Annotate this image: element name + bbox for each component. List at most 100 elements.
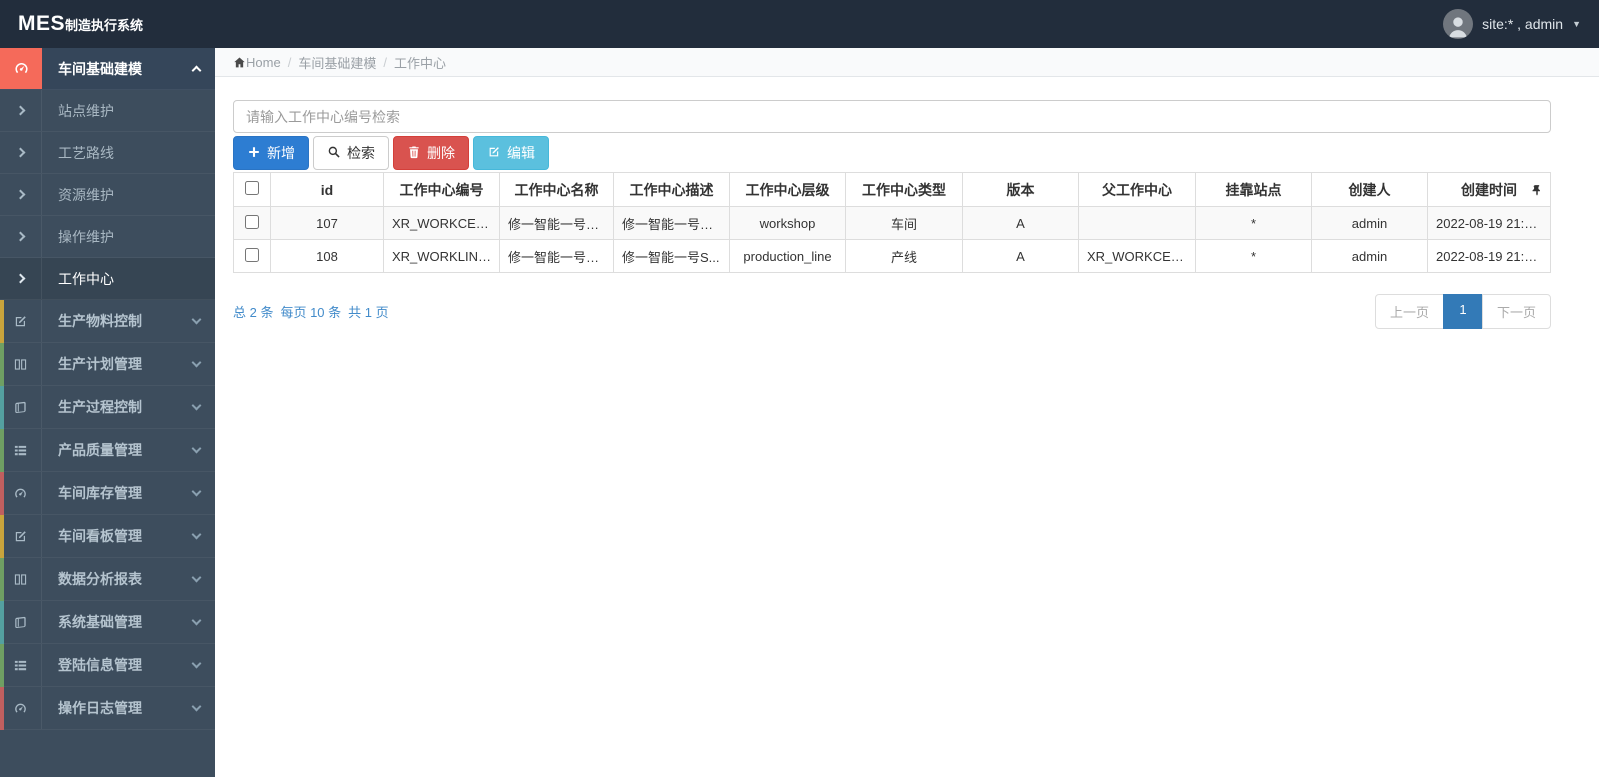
sidebar-group-material-control[interactable]: 生产物料控制 — [0, 300, 215, 343]
sidebar-group-data-analysis-reports[interactable]: 数据分析报表 — [0, 558, 215, 601]
sidebar-group-label: 操作日志管理 — [58, 700, 142, 716]
breadcrumb: Home / 车间基础建模 / 工作中心 — [215, 48, 1599, 77]
group-color-strip — [0, 687, 4, 730]
cell-created-time: 2022-08-19 21:1... — [1427, 239, 1551, 273]
sidebar-group-plan-management[interactable]: 生产计划管理 — [0, 343, 215, 386]
table-row: 107 XR_WORKCEN... 修一智能一号车间 修一智能一号车间 work… — [233, 206, 1551, 240]
cell-level: workshop — [729, 206, 846, 240]
pin-icon[interactable] — [1531, 184, 1543, 196]
sidebar-item-label: 工作中心 — [58, 270, 114, 287]
book-icon — [0, 386, 42, 428]
sidebar-group-label: 数据分析报表 — [58, 571, 142, 587]
cell-station: * — [1195, 206, 1312, 240]
group-color-strip — [0, 558, 4, 601]
breadcrumb-item-workshop-basic-modeling[interactable]: 车间基础建模 — [298, 53, 376, 72]
cell-description: 修一智能一号车间 — [613, 206, 730, 240]
sidebar-group-label: 登陆信息管理 — [58, 657, 142, 673]
next-page-button[interactable]: 下一页 — [1481, 294, 1551, 329]
row-select-cell — [233, 206, 271, 240]
sidebar-item-resource-maintenance[interactable]: 资源维护 — [0, 174, 215, 216]
breadcrumb-separator: / — [287, 54, 292, 70]
chevron-down-icon — [177, 601, 215, 643]
group-color-strip — [0, 343, 4, 386]
breadcrumb-separator: / — [383, 54, 387, 70]
sidebar-group-label: 生产物料控制 — [58, 313, 142, 329]
chevron-down-icon — [177, 472, 215, 514]
sidebar-group-label: 产品质量管理 — [58, 442, 142, 458]
chevron-down-icon — [177, 300, 215, 342]
columns-icon — [0, 558, 42, 600]
chevron-right-icon — [0, 90, 42, 131]
select-all-checkbox[interactable] — [245, 181, 259, 195]
cell-version: A — [962, 206, 1079, 240]
sidebar-group-operation-log-management[interactable]: 操作日志管理 — [0, 687, 215, 730]
group-color-strip — [0, 644, 4, 687]
select-all-cell — [233, 172, 271, 207]
column-header-id: id — [270, 172, 384, 207]
column-header-description: 工作中心描述 — [613, 172, 730, 207]
dashboard-icon — [0, 48, 42, 89]
list-icon — [0, 644, 42, 686]
search-input[interactable] — [233, 100, 1551, 133]
cell-name: 修一智能一号S... — [499, 239, 614, 273]
breadcrumb-item-work-center: 工作中心 — [393, 55, 446, 71]
user-label: site:* , admin — [1482, 16, 1564, 32]
sidebar-group-workshop-basic-modeling[interactable]: 车间基础建模 — [0, 48, 215, 90]
home-icon — [233, 55, 246, 70]
row-select-cell — [233, 239, 271, 273]
sidebar-item-operation-maintenance[interactable]: 操作维护 — [0, 216, 215, 258]
add-button[interactable]: 新增 — [233, 136, 309, 170]
toolbar: 新增 检索 删除 编辑 — [233, 136, 1551, 170]
cell-code: XR_WORKLINE... — [383, 239, 500, 273]
prev-page-button[interactable]: 上一页 — [1374, 294, 1444, 329]
row-checkbox[interactable] — [245, 247, 259, 262]
edit-icon — [0, 515, 42, 557]
cell-creator: admin — [1311, 206, 1428, 240]
chevron-down-icon — [177, 515, 215, 557]
sidebar-item-label: 工艺路线 — [58, 144, 114, 161]
pagination: 上一页 1 下一页 — [1374, 294, 1551, 329]
chevron-down-icon — [177, 644, 215, 686]
chevron-right-icon — [0, 174, 42, 215]
search-icon — [327, 145, 341, 162]
table-row: 108 XR_WORKLINE... 修一智能一号S... 修一智能一号S...… — [233, 239, 1551, 273]
dashboard-icon — [0, 687, 42, 729]
sidebar-item-process-route[interactable]: 工艺路线 — [0, 132, 215, 174]
search-button[interactable]: 检索 — [313, 136, 389, 170]
group-color-strip — [0, 300, 4, 343]
column-header-creator: 创建人 — [1311, 172, 1428, 207]
table-header-row: id 工作中心编号 工作中心名称 工作中心描述 工作中心层级 工作中心类型 版本… — [233, 172, 1551, 207]
cell-version: A — [962, 239, 1079, 273]
sidebar-group-login-info-management[interactable]: 登陆信息管理 — [0, 644, 215, 687]
per-page-count: 每页 10 条 — [280, 305, 342, 320]
sidebar-item-label: 资源维护 — [58, 186, 114, 203]
brand-logo[interactable]: MES 制造执行系统 — [18, 12, 143, 36]
brand-name: MES — [18, 12, 66, 35]
avatar — [1443, 9, 1474, 39]
person-icon — [1449, 17, 1467, 38]
sidebar-item-site-maintenance[interactable]: 站点维护 — [0, 90, 215, 132]
breadcrumb-home[interactable]: Home — [233, 55, 281, 70]
list-icon — [0, 429, 42, 471]
sidebar-group-quality-management[interactable]: 产品质量管理 — [0, 429, 215, 472]
row-checkbox[interactable] — [245, 214, 259, 229]
cell-station: * — [1195, 239, 1312, 273]
book-icon — [0, 601, 42, 643]
edit-button[interactable]: 编辑 — [473, 136, 549, 170]
caret-down-icon: ▼ — [1572, 19, 1581, 29]
edit-icon — [0, 300, 42, 342]
trash-icon — [407, 145, 421, 162]
delete-button[interactable]: 删除 — [393, 136, 469, 170]
column-header-code: 工作中心编号 — [383, 172, 500, 207]
sidebar-group-system-management[interactable]: 系统基础管理 — [0, 601, 215, 644]
sidebar-group-inventory-management[interactable]: 车间库存管理 — [0, 472, 215, 515]
sidebar-item-work-center[interactable]: 工作中心 — [0, 258, 215, 300]
page-1-button[interactable]: 1 — [1442, 294, 1483, 329]
chevron-down-icon — [177, 558, 215, 600]
sidebar-group-kanban-management[interactable]: 车间看板管理 — [0, 515, 215, 558]
sidebar-group-process-control[interactable]: 生产过程控制 — [0, 386, 215, 429]
cell-level: production_line — [729, 239, 846, 273]
user-menu[interactable]: site:* , admin ▼ — [1443, 9, 1581, 39]
cell-created-time: 2022-08-19 21:1... — [1427, 206, 1551, 240]
sidebar-group-label: 生产过程控制 — [58, 399, 142, 415]
